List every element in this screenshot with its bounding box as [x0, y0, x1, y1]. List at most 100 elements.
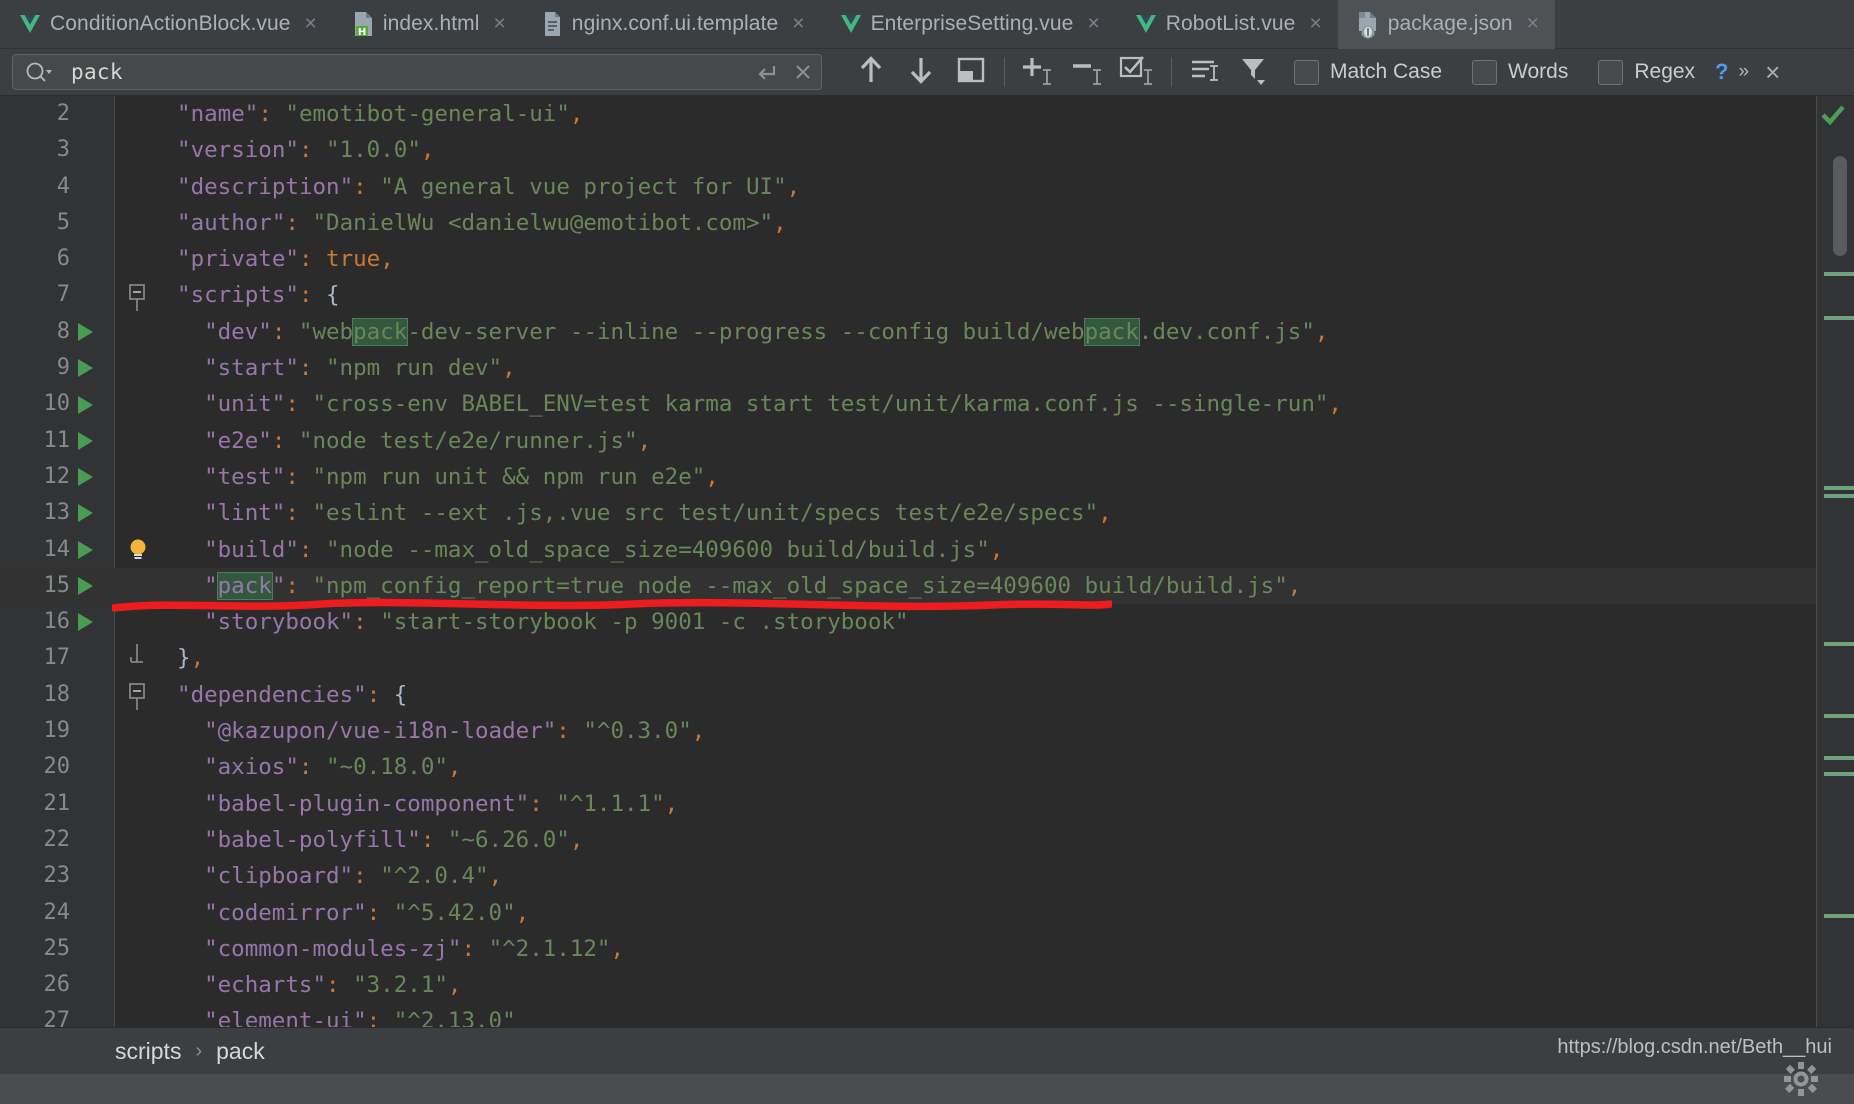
code-line[interactable]: 9 "start": "npm run dev", [0, 350, 1854, 386]
run-script-icon[interactable] [78, 386, 108, 422]
tab-robotlist-vue[interactable]: RobotList.vue × [1116, 0, 1338, 49]
help-icon[interactable]: ? [1715, 59, 1728, 85]
code-token: , [1328, 391, 1342, 418]
code-editor[interactable]: 2 "name": "emotibot-general-ui", 3 "version… [0, 96, 1854, 1027]
breadcrumb-item-scripts[interactable]: scripts [115, 1038, 181, 1065]
code-line[interactable]: 23 "clipboard": "^2.0.4", [0, 858, 1854, 894]
words-option[interactable]: Words [1472, 59, 1584, 85]
run-script-icon[interactable] [78, 423, 108, 459]
tab-conditionactionblock-vue[interactable]: ConditionActionBlock.vue × [0, 0, 333, 49]
words-label: Words [1508, 60, 1569, 83]
line-number: 7 [56, 282, 70, 308]
code-line[interactable]: 2 "name": "emotibot-general-ui", [0, 96, 1854, 132]
run-script-icon[interactable] [78, 604, 108, 640]
code-line[interactable]: 21 "babel-plugin-component": "^1.1.1", [0, 786, 1854, 822]
intention-bulb-icon[interactable] [128, 532, 158, 568]
find-next-button[interactable] [896, 50, 946, 94]
select-all-occurrences-button[interactable] [946, 50, 996, 94]
search-match-marker[interactable] [1824, 772, 1854, 776]
inspection-ok-icon[interactable] [1820, 104, 1846, 131]
tab-label: index.html [382, 11, 480, 35]
code-line[interactable]: 11 "e2e": "node test/e2e/runner.js", [0, 423, 1854, 459]
search-history-icon[interactable] [749, 61, 785, 83]
search-match-marker[interactable] [1824, 316, 1854, 320]
search-match-marker[interactable] [1824, 642, 1854, 646]
code-text: "dev": "webpack-dev-server --inline --pr… [204, 314, 1328, 350]
tab-close-icon[interactable]: × [792, 13, 804, 34]
code-line[interactable]: 5 "author": "DanielWu <danielwu@emotibot.… [0, 205, 1854, 241]
run-script-icon[interactable] [78, 568, 108, 604]
search-match-marker[interactable] [1824, 756, 1854, 760]
clear-search-icon[interactable] [785, 61, 821, 83]
find-previous-button[interactable] [846, 50, 896, 94]
select-all-carets-button[interactable] [1113, 50, 1163, 94]
tab-close-icon[interactable]: × [1309, 13, 1321, 34]
code-token: "author" [177, 209, 286, 236]
filter-button[interactable] [1230, 50, 1280, 94]
tab-nginx-conf-ui-template[interactable]: nginx.conf.ui.template × [522, 0, 821, 49]
run-script-icon[interactable] [78, 350, 108, 386]
regex-checkbox[interactable] [1598, 59, 1624, 85]
search-match-marker[interactable] [1824, 486, 1854, 490]
add-selection-next-button[interactable] [1013, 50, 1063, 94]
magnifier-dropdown-icon[interactable] [25, 61, 53, 83]
code-line[interactable]: 6 "private": true, [0, 241, 1854, 277]
words-checkbox[interactable] [1472, 59, 1498, 85]
more-options-icon[interactable]: » [1739, 61, 1749, 83]
code-line[interactable]: 17}, [0, 640, 1854, 676]
run-script-icon[interactable] [78, 459, 108, 495]
tab-close-icon[interactable]: × [305, 13, 317, 34]
match-case-checkbox[interactable] [1294, 59, 1319, 85]
editor-scrollbar-thumb[interactable] [1833, 156, 1847, 256]
marker-rail[interactable] [1816, 96, 1854, 1027]
code-line[interactable]: 18 "dependencies": { [0, 677, 1854, 713]
search-match-marker[interactable] [1824, 714, 1854, 718]
fold-collapse-icon[interactable] [128, 677, 158, 713]
close-find-icon[interactable]: × [1765, 57, 1780, 88]
tab-enterprisesetting-vue[interactable]: EnterpriseSetting.vue × [821, 0, 1116, 49]
fold-collapse-icon[interactable] [128, 277, 158, 313]
code-line[interactable]: 24 "codemirror": "^5.42.0", [0, 895, 1854, 931]
code-line[interactable]: 14 "build": "node --max_old_space_size=40… [0, 532, 1854, 568]
run-script-icon[interactable] [78, 532, 108, 568]
code-line[interactable]: 3 "version": "1.0.0", [0, 132, 1854, 168]
run-script-icon[interactable] [78, 314, 108, 350]
line-number: 2 [56, 101, 70, 126]
code-token: , [1314, 318, 1329, 345]
code-line[interactable]: 13 "lint": "eslint --ext .js,.vue src tes… [0, 495, 1854, 531]
in-selection-button[interactable] [1180, 50, 1230, 94]
code-line[interactable]: 25 "common-modules-zj": "^2.1.12", [0, 931, 1854, 967]
code-line[interactable]: 22 "babel-polyfill": "~6.26.0", [0, 822, 1854, 858]
tab-close-icon[interactable]: × [494, 13, 506, 34]
code-line[interactable]: 19 "@kazupon/vue-i18n-loader": "^0.3.0", [0, 713, 1854, 749]
match-case-option[interactable]: Match Case [1294, 59, 1458, 85]
fold-end-icon[interactable] [128, 640, 158, 676]
breadcrumb-item-pack[interactable]: pack [216, 1038, 265, 1065]
tab-close-icon[interactable]: × [1087, 13, 1099, 34]
search-match-marker[interactable] [1824, 272, 1854, 276]
regex-option[interactable]: Regex [1598, 59, 1711, 85]
code-text: "e2e": "node test/e2e/runner.js", [204, 423, 651, 459]
tab-package-json[interactable]: package.json × [1337, 0, 1555, 49]
code-line[interactable]: 16 "storybook": "start-storybook -p 9001 … [0, 604, 1854, 640]
code-token: "npm_config_report=true node --max_old_s… [312, 572, 1288, 599]
code-line[interactable]: 26 "echarts": "3.2.1", [0, 967, 1854, 1003]
code-line[interactable]: 27 "element-ui": "^2.13.0" [0, 1003, 1854, 1027]
remove-selection-button[interactable] [1063, 50, 1113, 94]
code-token: , [610, 935, 625, 962]
code-line[interactable]: 4 "description": "A general vue project f… [0, 169, 1854, 205]
code-line[interactable]: 8 "dev": "webpack-dev-server --inline --p… [0, 314, 1854, 350]
search-input[interactable]: pack [12, 54, 822, 90]
code-line[interactable]: 15 "pack": "npm_config_report=true node -… [0, 567, 1854, 605]
code-line[interactable]: 12 "test": "npm run unit && npm run e2e", [0, 459, 1854, 495]
search-match-marker[interactable] [1824, 914, 1854, 918]
search-match-marker[interactable] [1824, 494, 1854, 498]
code-line[interactable]: 10 "unit": "cross-env BABEL_ENV=test karm… [0, 386, 1854, 422]
code-token: : [285, 463, 299, 490]
tab-close-icon[interactable]: × [1527, 13, 1539, 34]
code-line[interactable]: 20 "axios": "~0.18.0", [0, 749, 1854, 785]
run-script-icon[interactable] [78, 495, 108, 531]
tab-index-html[interactable]: Hindex.html × [333, 0, 522, 49]
code-line[interactable]: 7 "scripts": { [0, 277, 1854, 313]
